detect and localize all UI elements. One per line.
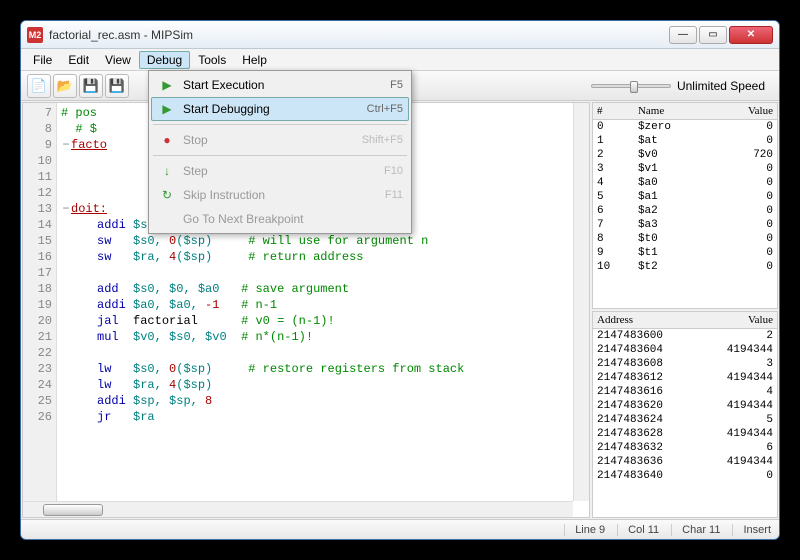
table-row[interactable]: 21474836002	[593, 329, 777, 344]
table-row[interactable]: 21474836284194344	[593, 427, 777, 441]
breakpoint-icon	[157, 211, 177, 227]
registers-table: # Name Value 0$zero01$at02$v07203$v104$a…	[593, 103, 777, 274]
table-row[interactable]: 4$a00	[593, 176, 777, 190]
table-row[interactable]: 21474836326	[593, 441, 777, 455]
table-row[interactable]: 5$a10	[593, 190, 777, 204]
mem-col-value[interactable]: Value	[699, 312, 777, 329]
right-panels: # Name Value 0$zero01$at02$v07203$v104$a…	[592, 102, 778, 518]
app-window: M2 factorial_rec.asm - MIPSim — ▭ ✕ File…	[20, 20, 780, 540]
reg-col-num[interactable]: #	[593, 103, 634, 120]
table-row[interactable]: 8$t00	[593, 232, 777, 246]
dd-shortcut: F10	[384, 165, 403, 177]
table-row[interactable]: 7$a30	[593, 218, 777, 232]
minimize-button[interactable]: —	[669, 26, 697, 44]
titlebar: M2 factorial_rec.asm - MIPSim — ▭ ✕	[21, 21, 779, 49]
menu-file[interactable]: File	[25, 51, 60, 69]
table-row[interactable]: 21474836364194344	[593, 455, 777, 469]
menu-help[interactable]: Help	[234, 51, 275, 69]
statusbar: Line 9 Col 11 Char 11 Insert	[21, 519, 779, 539]
tb-new-button[interactable]: 📄	[27, 74, 51, 98]
menu-debug[interactable]: Debug	[139, 51, 190, 69]
dd-start-debugging[interactable]: ▶ Start Debugging Ctrl+F5	[151, 97, 409, 121]
dd-label: Go To Next Breakpoint	[183, 212, 403, 226]
table-row[interactable]: 21474836083	[593, 357, 777, 371]
table-row[interactable]: 21474836164	[593, 385, 777, 399]
memory-panel: Address Value 21474836002214748360441943…	[592, 311, 778, 518]
window-title: factorial_rec.asm - MIPSim	[49, 28, 669, 42]
dd-step: ↓ Step F10	[151, 159, 409, 183]
status-col: Col 11	[617, 524, 659, 536]
status-char: Char 11	[671, 524, 720, 536]
table-row[interactable]: 21474836400	[593, 469, 777, 483]
table-row[interactable]: 9$t10	[593, 246, 777, 260]
separator	[153, 155, 407, 156]
debug-dropdown: ▶ Start Execution F5 ▶ Start Debugging C…	[148, 70, 412, 234]
dd-label: Start Debugging	[183, 102, 367, 116]
dd-shortcut: Ctrl+F5	[367, 103, 403, 115]
menu-edit[interactable]: Edit	[60, 51, 97, 69]
dd-stop: ● Stop Shift+F5	[151, 128, 409, 152]
play-icon: ▶	[157, 77, 177, 93]
mem-col-addr[interactable]: Address	[593, 312, 699, 329]
menu-tools[interactable]: Tools	[190, 51, 234, 69]
play-debug-icon: ▶	[157, 101, 177, 117]
registers-panel: # Name Value 0$zero01$at02$v07203$v104$a…	[592, 102, 778, 309]
horizontal-scrollbar[interactable]	[23, 501, 573, 517]
maximize-button[interactable]: ▭	[699, 26, 727, 44]
dd-skip: ↻ Skip Instruction F11	[151, 183, 409, 207]
tb-open-button[interactable]: 📂	[53, 74, 77, 98]
skip-icon: ↻	[157, 187, 177, 203]
dd-shortcut: F11	[385, 189, 403, 201]
status-line: Line 9	[564, 524, 605, 536]
step-down-icon: ↓	[157, 163, 177, 179]
table-row[interactable]: 2$v0720	[593, 148, 777, 162]
table-row[interactable]: 21474836204194344	[593, 399, 777, 413]
line-gutter: 7891011121314151617181920212223242526	[23, 103, 57, 517]
dd-label: Skip Instruction	[183, 188, 385, 202]
scroll-thumb[interactable]	[43, 504, 103, 516]
app-icon: M2	[27, 27, 43, 43]
dd-label: Step	[183, 164, 384, 178]
status-mode: Insert	[732, 524, 771, 536]
table-row[interactable]: 10$t20	[593, 260, 777, 274]
stop-icon: ●	[157, 132, 177, 148]
table-row[interactable]: 21474836124194344	[593, 371, 777, 385]
dd-shortcut: F5	[390, 79, 403, 91]
slider-thumb[interactable]	[630, 81, 638, 93]
memory-table: Address Value 21474836002214748360441943…	[593, 312, 777, 483]
dd-start-execution[interactable]: ▶ Start Execution F5	[151, 73, 409, 97]
reg-col-value[interactable]: Value	[713, 103, 777, 120]
dd-label: Stop	[183, 133, 362, 147]
table-row[interactable]: 21474836044194344	[593, 343, 777, 357]
dd-goto-breakpoint: Go To Next Breakpoint	[151, 207, 409, 231]
vertical-scrollbar[interactable]	[573, 103, 589, 501]
table-row[interactable]: 3$v10	[593, 162, 777, 176]
reg-col-name[interactable]: Name	[634, 103, 713, 120]
close-button[interactable]: ✕	[729, 26, 773, 44]
separator	[153, 124, 407, 125]
table-row[interactable]: 6$a20	[593, 204, 777, 218]
table-row[interactable]: 1$at0	[593, 134, 777, 148]
dd-label: Start Execution	[183, 78, 390, 92]
dd-shortcut: Shift+F5	[362, 134, 403, 146]
tb-saveall-button[interactable]: 💾	[105, 74, 129, 98]
speed-slider[interactable]	[591, 84, 671, 88]
speed-label: Unlimited Speed	[677, 79, 765, 93]
table-row[interactable]: 0$zero0	[593, 120, 777, 135]
tb-save-button[interactable]: 💾	[79, 74, 103, 98]
menubar: File Edit View Debug Tools Help ▶ Start …	[21, 49, 779, 71]
table-row[interactable]: 21474836245	[593, 413, 777, 427]
menu-view[interactable]: View	[97, 51, 139, 69]
